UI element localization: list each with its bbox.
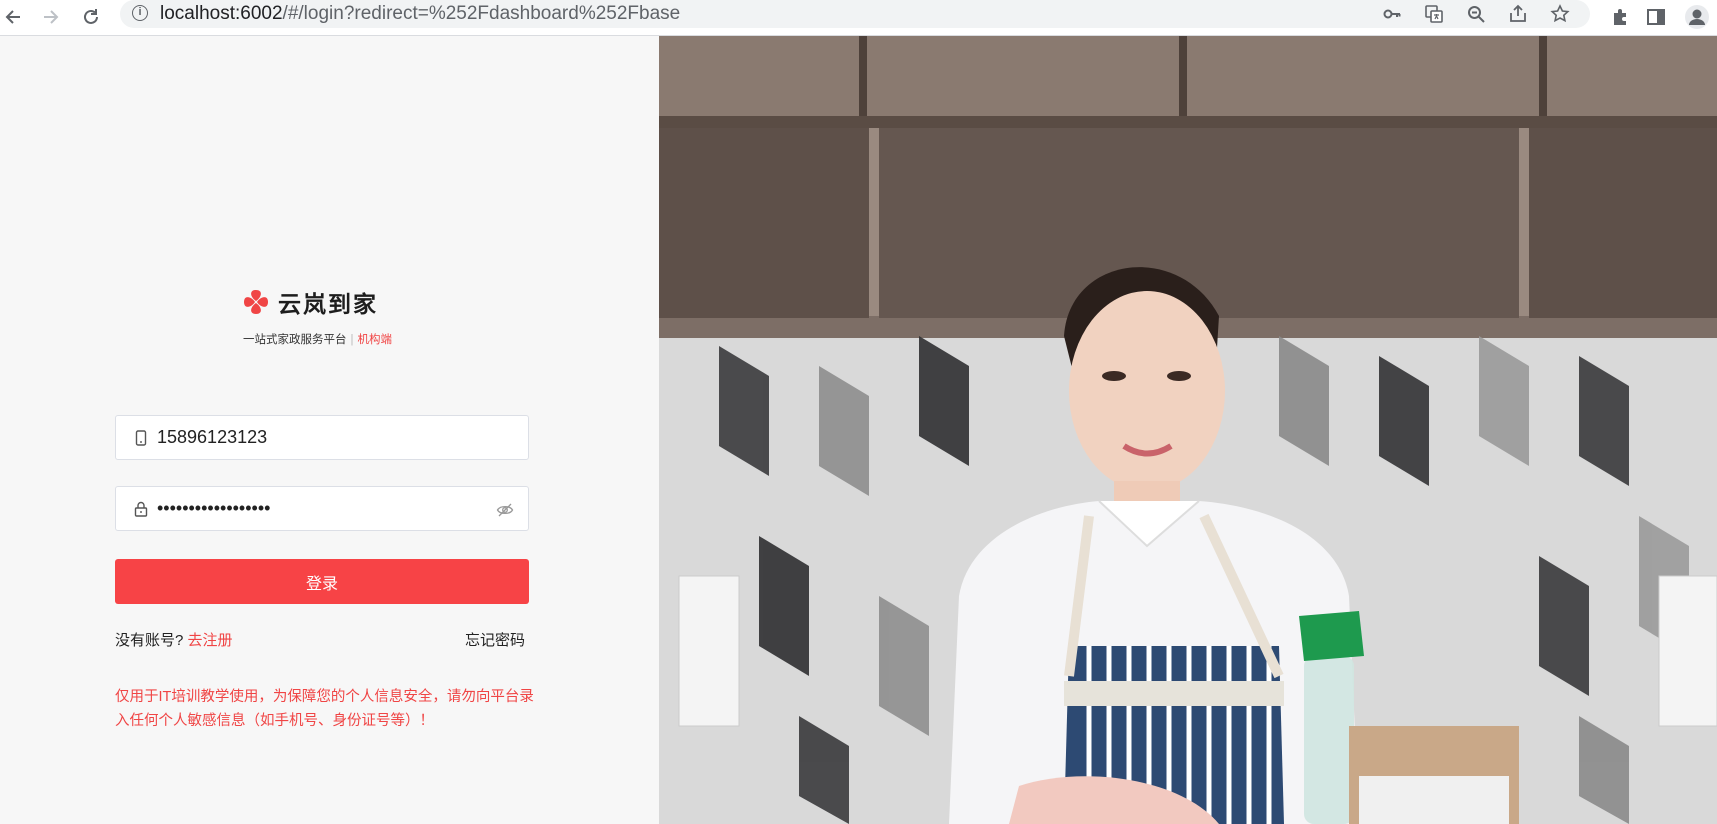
register-link[interactable]: 去注册 — [188, 632, 233, 649]
back-icon[interactable] — [0, 3, 28, 31]
housekeeper-photo — [659, 36, 1717, 824]
privacy-notice: 仅用于IT培训教学使用，为保障您的个人信息安全，请勿向平台录入任何个人敏感信息（… — [115, 689, 534, 729]
forgot-password-link[interactable]: 忘记密码 — [465, 629, 525, 650]
brand-logo: 云岚到家 — [240, 285, 378, 319]
site-info-icon[interactable]: i — [132, 5, 148, 21]
brand-name: 云岚到家 — [278, 291, 378, 318]
brand-flower-icon — [244, 290, 268, 314]
extensions-icon[interactable] — [1606, 3, 1634, 31]
share-icon[interactable] — [1506, 2, 1530, 26]
lock-icon — [134, 501, 148, 517]
mobile-phone-icon — [135, 430, 147, 446]
bookmark-star-icon[interactable] — [1548, 2, 1572, 26]
register-prompt: 没有账号? 去注册 — [115, 629, 233, 650]
forward-icon[interactable] — [36, 3, 64, 31]
tagline-text: 一站式家政服务平台 — [243, 334, 347, 346]
url-text[interactable]: localhost:6002/#/login?redirect=%252Fdas… — [160, 3, 680, 25]
key-icon[interactable] — [1380, 2, 1404, 26]
translate-icon[interactable] — [1422, 2, 1446, 26]
hide-password-icon[interactable] — [496, 501, 514, 519]
zoom-out-icon[interactable] — [1464, 2, 1488, 26]
password-input[interactable]: •••••••••••••••••• — [115, 486, 529, 531]
side-panel-icon[interactable] — [1642, 3, 1670, 31]
no-account-text: 没有账号? — [115, 632, 184, 649]
address-bar[interactable]: i localhost:6002/#/login?redirect=%252Fd… — [120, 0, 1590, 28]
reload-icon[interactable] — [77, 3, 105, 31]
tagline-separator: | — [350, 334, 354, 346]
login-button[interactable]: 登录 — [115, 559, 529, 604]
role-label: 机构端 — [357, 334, 393, 346]
phone-input[interactable]: 15896123123 — [115, 415, 529, 460]
profile-avatar-icon[interactable] — [1683, 3, 1711, 31]
browser-toolbar: i localhost:6002/#/login?redirect=%252Fd… — [0, 0, 1717, 36]
password-value[interactable]: •••••••••••••••••• — [157, 498, 270, 519]
hero-photo — [659, 36, 1717, 824]
phone-value[interactable]: 15896123123 — [157, 427, 267, 448]
brand-tagline: 一站式家政服务平台 | 机构端 — [243, 331, 392, 347]
